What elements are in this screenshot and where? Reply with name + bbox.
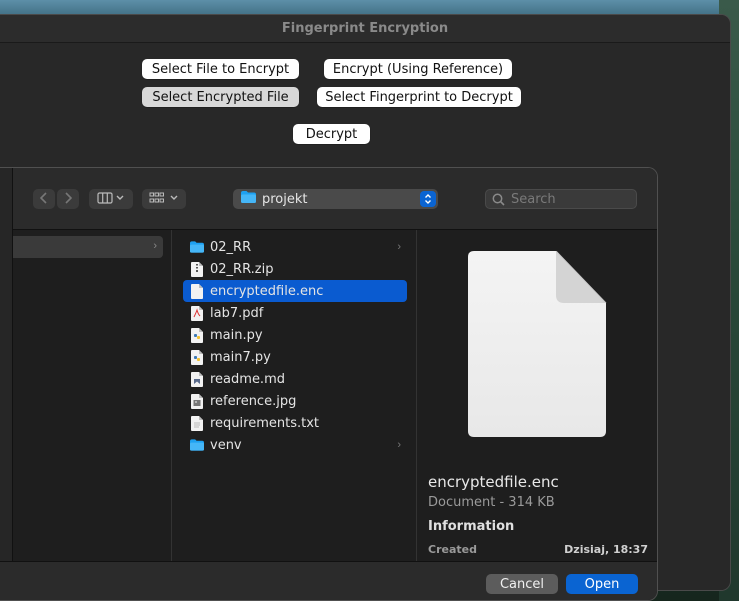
decrypt-button[interactable]: Decrypt [293, 124, 370, 144]
forward-button[interactable] [57, 189, 79, 209]
app-titlebar: Fingerprint Encryption [0, 15, 730, 43]
preview-file-name: encryptedfile.enc [428, 473, 559, 491]
text-file-icon [190, 415, 204, 431]
file-name: reference.jpg [210, 393, 297, 409]
document-preview-icon [468, 250, 608, 442]
select-encrypted-file-button[interactable]: Select Encrypted File [142, 87, 299, 107]
image-file-icon [190, 393, 204, 409]
markdown-file-icon [190, 371, 204, 387]
file-row[interactable]: main.py [183, 324, 407, 346]
preview-information-heading: Information [428, 519, 515, 534]
folder-icon [241, 190, 256, 208]
encrypt-using-reference-button[interactable]: Encrypt (Using Reference) [324, 59, 512, 79]
preview-created-value: Dzisiaj, 18:37 [564, 543, 648, 556]
file-name: encryptedfile.enc [210, 283, 324, 299]
sidebar [0, 168, 13, 600]
chevron-right-icon: › [397, 439, 401, 451]
file-name: 02_RR.zip [210, 261, 274, 277]
chevron-right-icon: › [397, 241, 401, 253]
current-folder-label: projekt [262, 191, 308, 207]
file-row[interactable]: 02_RR › [183, 236, 407, 258]
file-row[interactable]: requirements.txt [183, 412, 407, 434]
file-row[interactable]: main7.py [183, 346, 407, 368]
file-name: readme.md [210, 371, 285, 387]
file-name: 02_RR [210, 239, 252, 255]
file-name: main7.py [210, 349, 271, 365]
pdf-file-icon [190, 305, 204, 321]
file-name: lab7.pdf [210, 305, 264, 321]
folder-path-popup[interactable]: projekt [233, 189, 438, 209]
preview-file-kind: Document - 314 KB [428, 495, 555, 510]
columns-view-icon [97, 191, 125, 207]
file-column: 02_RR › 02_RR.zip encryptedfile.enc lab7.pdf… [173, 230, 417, 561]
preview-created-label: Created [428, 543, 477, 556]
search-placeholder: Search [511, 191, 556, 207]
parent-column: › [13, 230, 172, 561]
group-by-button[interactable] [142, 189, 186, 209]
file-name: venv [210, 437, 242, 453]
open-button[interactable]: Open [566, 574, 638, 594]
back-button[interactable] [33, 189, 55, 209]
python-file-icon [190, 349, 204, 365]
file-row[interactable]: lab7.pdf [183, 302, 407, 324]
folder-icon [190, 437, 204, 453]
file-row[interactable]: encryptedfile.enc [183, 280, 407, 302]
search-icon [492, 193, 505, 206]
chevron-right-icon [64, 191, 73, 207]
file-name: main.py [210, 327, 263, 343]
dialog-toolbar: projekt Search [0, 168, 657, 230]
document-icon [190, 283, 204, 299]
dialog-footer [0, 561, 657, 600]
zip-file-icon [190, 261, 204, 277]
grid-icon [149, 192, 179, 207]
file-row[interactable]: venv › [183, 434, 407, 456]
file-row[interactable]: 02_RR.zip [183, 258, 407, 280]
select-fingerprint-button[interactable]: Select Fingerprint to Decrypt [317, 87, 521, 107]
file-name: requirements.txt [210, 415, 320, 431]
chevron-right-icon: › [153, 240, 157, 252]
app-title: Fingerprint Encryption [281, 21, 449, 36]
updown-chevron-icon [420, 191, 436, 207]
cancel-button[interactable]: Cancel [486, 574, 558, 594]
select-file-to-encrypt-button[interactable]: Select File to Encrypt [142, 59, 299, 79]
preview-pane: encryptedfile.enc Document - 314 KB Info… [418, 230, 657, 561]
parent-column-selected-row[interactable]: › [13, 236, 163, 258]
chevron-left-icon [39, 191, 48, 207]
file-row[interactable]: reference.jpg [183, 390, 407, 412]
open-file-dialog: projekt Search › 02_RR › 02_RR.zip encrypte… [0, 167, 658, 601]
folder-icon [190, 239, 204, 255]
python-file-icon [190, 327, 204, 343]
search-field[interactable]: Search [485, 189, 637, 209]
view-mode-button[interactable] [89, 189, 133, 209]
file-row[interactable]: readme.md [183, 368, 407, 390]
